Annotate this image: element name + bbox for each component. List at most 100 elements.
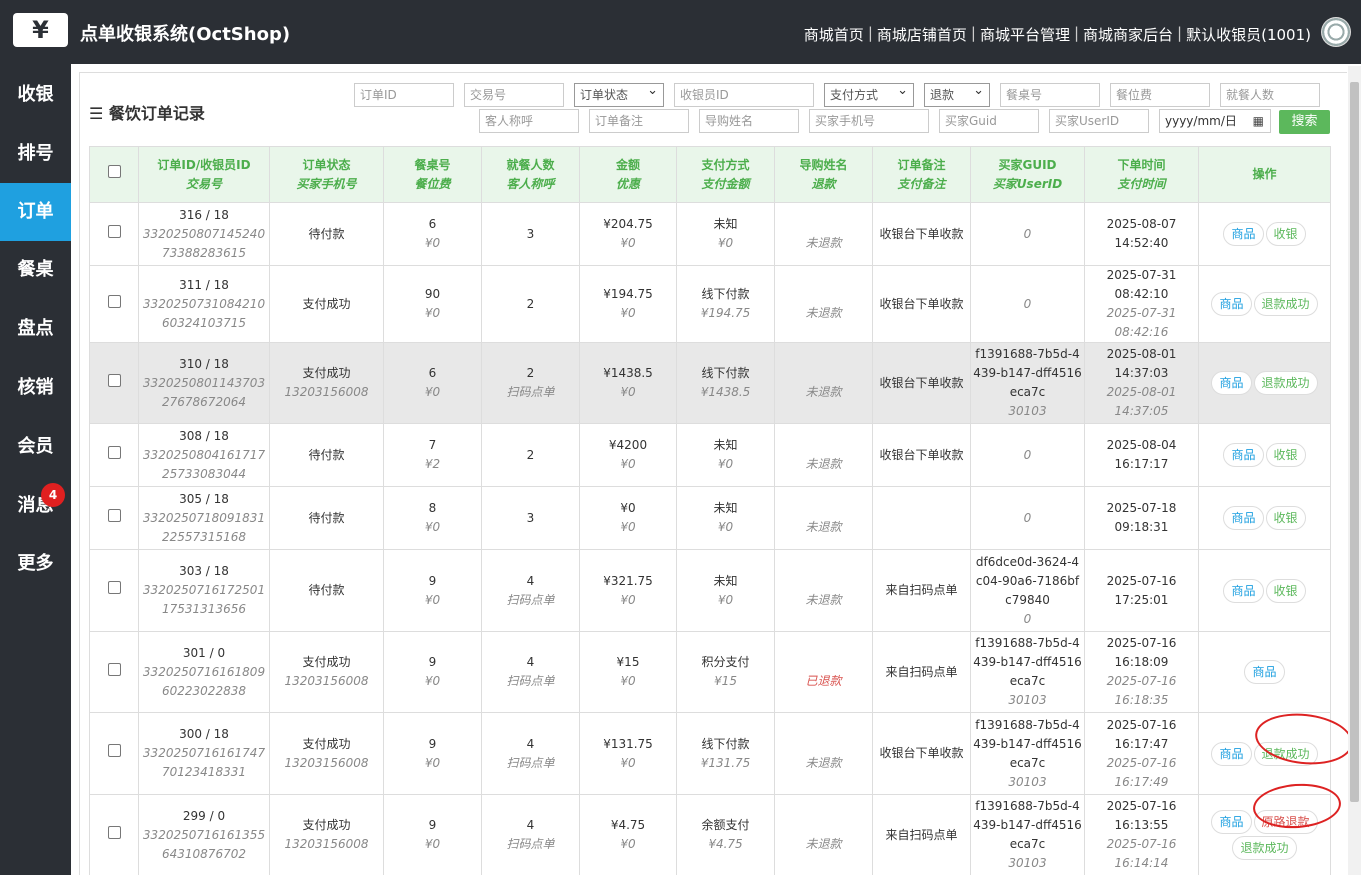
amount-cell: ¥321.75 ¥0 xyxy=(579,549,677,632)
sidebar-item-tables[interactable]: 餐桌 xyxy=(0,241,71,299)
order-id-cell: 310 / 18 332025080114370327678672064 xyxy=(138,342,270,424)
note-cell: 收银台下单收款 xyxy=(872,202,971,266)
sidebar-item-orders[interactable]: 订单 xyxy=(0,183,71,241)
row-checkbox[interactable] xyxy=(107,744,121,757)
checkout-button[interactable]: 收银 xyxy=(1265,443,1306,467)
nav-store-home[interactable]: 商城店铺首页 xyxy=(877,24,967,45)
guide-name-input[interactable]: 导购姓名 xyxy=(699,109,799,133)
row-checkbox[interactable] xyxy=(107,581,121,594)
table-row[interactable]: 310 / 18 332025080114370327678672064 支付成功 1… xyxy=(89,342,1331,424)
table-row[interactable]: 299 / 0 332025071616135564310876702 支付成功 13… xyxy=(89,794,1331,875)
page-scrollbar[interactable] xyxy=(1348,66,1361,875)
col-order-id: 订单ID/收银员ID 交易号 xyxy=(138,146,270,203)
refund-select[interactable]: 退款 xyxy=(924,83,990,107)
buyer-guid-cell: f1391688-7b5d-4439-b147-dff4516eca7c 3010… xyxy=(970,794,1085,875)
diners-input[interactable]: 就餐人数 xyxy=(1220,83,1320,107)
amount-cell: ¥131.75 ¥0 xyxy=(579,712,677,795)
note-cell: 来自扫码点单 xyxy=(872,631,971,713)
search-button[interactable]: 搜索 xyxy=(1279,110,1330,134)
buyer-phone-input[interactable]: 买家手机号 xyxy=(809,109,929,133)
goods-button[interactable]: 商品 xyxy=(1223,506,1264,530)
sidebar-item-cashier[interactable]: 收银 xyxy=(0,66,71,124)
buyer-guid-cell: df6dce0d-3624-4c04-90a6-7186bfc79840 0 xyxy=(970,549,1085,632)
goods-button[interactable]: 商品 xyxy=(1223,222,1264,246)
table-row[interactable]: 303 / 18 332025071617250117531313656 待付款 9 ¥… xyxy=(89,549,1331,632)
calendar-icon[interactable]: ▦ xyxy=(1253,110,1264,132)
buyer-guid-input[interactable]: 买家Guid xyxy=(939,109,1039,133)
table-row[interactable]: 308 / 18 332025080416171725733083044 待付款 7 ¥… xyxy=(89,423,1331,487)
pay-method-cell: 线下付款 ¥131.75 xyxy=(676,712,775,795)
seat-fee-input[interactable]: 餐位费 xyxy=(1110,83,1210,107)
diners-cell: 2 xyxy=(481,423,580,487)
order-note-input[interactable]: 订单备注 xyxy=(589,109,689,133)
order-time-cell: 2025-08-04 16:17:17 xyxy=(1084,423,1199,487)
nav-platform-admin[interactable]: 商城平台管理 xyxy=(980,24,1070,45)
guest-name-input[interactable]: 客人称呼 xyxy=(479,109,579,133)
buyer-userid-input[interactable]: 买家UserID xyxy=(1049,109,1149,133)
guide-refund-cell: 未退款 xyxy=(774,486,873,550)
refund-success-button[interactable]: 退款成功 xyxy=(1253,292,1318,316)
goods-button[interactable]: 商品 xyxy=(1223,443,1264,467)
checkout-button[interactable]: 收银 xyxy=(1265,578,1306,603)
row-checkbox[interactable] xyxy=(107,445,121,459)
table-no-input[interactable]: 餐桌号 xyxy=(1000,83,1100,107)
checkout-button[interactable]: 收银 xyxy=(1265,222,1306,246)
sidebar-item-verify[interactable]: 核销 xyxy=(0,359,71,417)
col-amount: 金额 优惠 xyxy=(579,146,677,203)
goods-button[interactable]: 商品 xyxy=(1244,660,1285,684)
date-input[interactable]: yyyy/mm/日 ▦ xyxy=(1159,109,1271,133)
table-row[interactable]: 311 / 18 332025073108421060324103715 支付成功 9… xyxy=(89,265,1331,343)
guide-refund-cell: 未退款 xyxy=(774,423,873,487)
row-select-cell xyxy=(89,712,139,795)
sidebar-item-inventory[interactable]: 盘点 xyxy=(0,300,71,358)
avatar[interactable] xyxy=(1321,17,1351,47)
row-checkbox[interactable] xyxy=(107,373,121,387)
nav-cashier-user[interactable]: 默认收银员(1001) xyxy=(1186,24,1311,45)
trade-no-input[interactable]: 交易号 xyxy=(464,83,564,107)
checkout-button[interactable]: 收银 xyxy=(1265,506,1306,530)
row-select-cell xyxy=(89,423,139,487)
actions-cell: 商品 收银 xyxy=(1198,423,1331,487)
table-row[interactable]: 300 / 18 332025071616174770123418331 支付成功 1… xyxy=(89,712,1331,795)
sidebar-item-members[interactable]: 会员 xyxy=(0,418,71,476)
note-cell: 来自扫码点单 xyxy=(872,794,971,875)
sidebar-item-more[interactable]: 更多 xyxy=(0,535,71,593)
row-checkbox[interactable] xyxy=(107,224,121,238)
refund-success-button[interactable]: 退款成功 xyxy=(1253,371,1318,395)
pay-method-cell: 未知 ¥0 xyxy=(676,202,775,266)
scrollbar-thumb[interactable] xyxy=(1350,82,1359,802)
order-id-input[interactable]: 订单ID xyxy=(354,83,454,107)
status-cell: 支付成功 13203156008 xyxy=(269,712,384,795)
sidebar-item-queue[interactable]: 排号 xyxy=(0,125,71,183)
cashier-id-input[interactable]: 收银员ID xyxy=(674,83,814,107)
guide-refund-cell: 未退款 xyxy=(774,265,873,343)
refund-success-button[interactable]: 退款成功 xyxy=(1232,836,1297,860)
table-row[interactable]: 316 / 18 332025080714524073388283615 待付款 6 ¥… xyxy=(89,202,1331,266)
status-cell: 待付款 xyxy=(269,549,384,632)
select-all-checkbox[interactable] xyxy=(107,165,121,178)
row-checkbox[interactable] xyxy=(107,508,121,522)
table-row[interactable]: 305 / 18 332025071809183122557315168 待付款 8 ¥… xyxy=(89,486,1331,550)
col-buyer-guid: 买家GUID 买家UserID xyxy=(970,146,1085,203)
row-checkbox[interactable] xyxy=(107,662,121,676)
guide-refund-cell: 未退款 xyxy=(774,202,873,266)
order-time-cell: 2025-07-18 09:18:31 xyxy=(1084,486,1199,550)
row-checkbox[interactable] xyxy=(107,294,121,308)
diners-cell: 4 扫码点单 xyxy=(481,712,580,795)
order-id-cell: 311 / 18 332025073108421060324103715 xyxy=(138,265,270,343)
table-row[interactable]: 301 / 0 332025071616180960223022838 支付成功 13… xyxy=(89,631,1331,713)
goods-button[interactable]: 商品 xyxy=(1211,371,1252,395)
goods-button[interactable]: 商品 xyxy=(1211,810,1252,834)
nav-merchant-admin[interactable]: 商城商家后台 xyxy=(1083,24,1173,45)
goods-button[interactable]: 商品 xyxy=(1223,578,1264,603)
row-checkbox[interactable] xyxy=(107,825,121,839)
pay-method-select[interactable]: 支付方式 xyxy=(824,83,914,107)
goods-button[interactable]: 商品 xyxy=(1211,741,1252,766)
app-logo[interactable]: ¥ xyxy=(13,13,68,47)
buyer-guid-cell: 0 xyxy=(970,486,1085,550)
nav-mall-home[interactable]: 商城首页 xyxy=(804,24,864,45)
pay-method-cell: 未知 ¥0 xyxy=(676,423,775,487)
guide-refund-cell: 未退款 xyxy=(774,712,873,795)
goods-button[interactable]: 商品 xyxy=(1211,292,1252,316)
order-status-select[interactable]: 订单状态 xyxy=(574,83,664,107)
